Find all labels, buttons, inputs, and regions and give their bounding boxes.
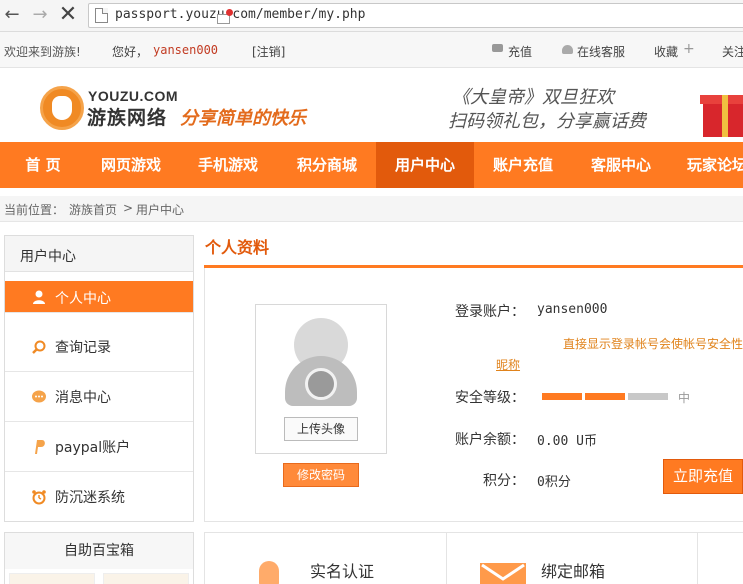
bind-email-link[interactable]: 绑定邮箱 [541, 558, 605, 582]
help-toolbox-title: 自助百宝箱 [5, 533, 193, 569]
toolbox-item[interactable] [103, 573, 189, 584]
balance-value: 0.00 U币 [537, 434, 597, 449]
online-service-link[interactable]: 在线客服 [577, 43, 625, 60]
sidebar-item-personal-center[interactable]: 个人中心 [5, 281, 193, 313]
stop-loading-icon[interactable]: ✕ [58, 4, 78, 26]
breadcrumb-prefix: 当前位置： [4, 203, 65, 217]
nav-home[interactable]: 首 页 [0, 142, 86, 188]
recharge-now-button[interactable]: 立即充值 [663, 459, 743, 494]
account-label: 登录账户： [455, 304, 525, 320]
alarm-clock-icon [32, 490, 46, 505]
page-icon [95, 8, 108, 23]
breadcrumb-separator: > [123, 201, 134, 215]
address-bar-url: passport.youzu.com/member/my.php [115, 7, 366, 22]
sidebar-title-text: 用户中心 [20, 249, 76, 265]
page-title: 个人资料 [205, 238, 270, 257]
sidebar-item-label: 查询记录 [55, 340, 111, 356]
person-icon [33, 290, 45, 304]
favorite-plus-icon[interactable]: + [683, 41, 695, 57]
security-bar-segment-3 [628, 393, 668, 400]
breadcrumb-home[interactable]: 游族首页 [69, 201, 117, 218]
address-bar[interactable]: passport.youzu.com/member/my.php [88, 3, 743, 28]
favorite-link[interactable]: 收藏 [654, 43, 678, 60]
greeting-text: 您好， [112, 45, 149, 59]
account-security-tip: 直接显示登录帐号会使帐号安全性 [563, 337, 743, 351]
envelope-icon [480, 563, 526, 584]
logo-hand-icon [52, 96, 72, 120]
promo-banner-line2[interactable]: 扫码领礼包，分享赢话费 [448, 107, 646, 133]
balance-label: 账户余额： [455, 432, 525, 448]
headset-icon [562, 45, 573, 54]
notification-dot-icon [226, 9, 233, 16]
promo-banner-line1[interactable]: 《大皇帝》双旦狂欢 [452, 83, 614, 109]
logout-link[interactable]: [注销] [252, 43, 285, 60]
welcome-text: 欢迎来到游族! [4, 45, 81, 59]
paypal-icon [35, 440, 45, 454]
sidebar-item-message-center[interactable]: 消息中心 [5, 372, 193, 422]
sidebar: 用户中心 个人中心 查询记录 消息中心 paypal账户 防沉迷系统 [4, 235, 194, 522]
sidebar-title: 用户中心 [5, 236, 193, 272]
sidebar-item-label: 个人中心 [55, 291, 111, 307]
nav-account-recharge[interactable]: 账户充值 [476, 142, 570, 188]
security-level-text: 中 [678, 391, 691, 405]
breadcrumb: 当前位置： 游族首页 > 用户中心 [0, 196, 743, 222]
sidebar-item-label: paypal账户 [55, 440, 131, 456]
sidebar-item-query-records[interactable]: 查询记录 [5, 322, 193, 372]
gift-ribbon-icon [722, 95, 728, 137]
message-icon [32, 390, 46, 403]
nickname-link[interactable]: 昵称 [496, 356, 520, 373]
logo-slogan: 分享简单的快乐 [180, 108, 306, 129]
main-nav: 首 页 网页游戏 手机游戏 积分商城 用户中心 账户充值 客服中心 玩家论坛 [0, 142, 743, 188]
nav-web-games[interactable]: 网页游戏 [86, 142, 176, 188]
person-icon [259, 561, 279, 584]
sidebar-item-paypal[interactable]: paypal账户 [5, 422, 193, 472]
breadcrumb-current: 用户中心 [136, 203, 185, 217]
follow-link[interactable]: 关注 [722, 43, 743, 60]
points-value: 0积分 [537, 475, 571, 490]
recharge-link[interactable]: 充值 [508, 43, 532, 60]
coin-icon [492, 44, 503, 52]
security-level-label: 安全等级： [455, 390, 525, 406]
sidebar-item-anti-addiction[interactable]: 防沉迷系统 [5, 472, 193, 522]
real-name-verify-link[interactable]: 实名认证 [310, 558, 374, 582]
card-divider [697, 532, 698, 584]
points-label: 积分： [483, 473, 525, 489]
forward-arrow-icon[interactable]: → [30, 5, 50, 25]
verification-cards [204, 532, 743, 584]
logo-text-cn[interactable]: 游族网络 [87, 103, 167, 130]
avatar-logo-icon [305, 368, 337, 400]
nav-points-mall[interactable]: 积分商城 [280, 142, 374, 188]
help-toolbox-panel: 自助百宝箱 [4, 532, 194, 584]
security-bar-segment-1 [542, 393, 582, 400]
security-bar-segment-2 [585, 393, 625, 400]
username-link[interactable]: yansen000 [153, 43, 218, 57]
back-arrow-icon[interactable]: ← [2, 5, 22, 25]
nav-mobile-games[interactable]: 手机游戏 [180, 142, 276, 188]
logo-text-en[interactable]: YOUZU.COM [88, 88, 178, 104]
search-icon [32, 340, 46, 354]
toolbox-item[interactable] [9, 573, 95, 584]
card-divider [446, 532, 447, 584]
nav-user-center[interactable]: 用户中心 [376, 142, 474, 188]
top-utility-bar: 欢迎来到游族! 您好， yansen000 [注销] 充值 在线客服 收藏 + … [0, 32, 743, 68]
account-value: yansen000 [537, 302, 608, 317]
sidebar-item-label: 防沉迷系统 [55, 490, 125, 506]
change-password-button[interactable]: 修改密码 [283, 463, 359, 487]
nav-customer-service[interactable]: 客服中心 [574, 142, 668, 188]
upload-avatar-button[interactable]: 上传头像 [284, 417, 358, 441]
sidebar-item-label: 消息中心 [55, 390, 111, 406]
nav-player-forum[interactable]: 玩家论坛 [672, 142, 743, 188]
browser-toolbar: ← → ✕ passport.youzu.com/member/my.php [0, 0, 743, 32]
